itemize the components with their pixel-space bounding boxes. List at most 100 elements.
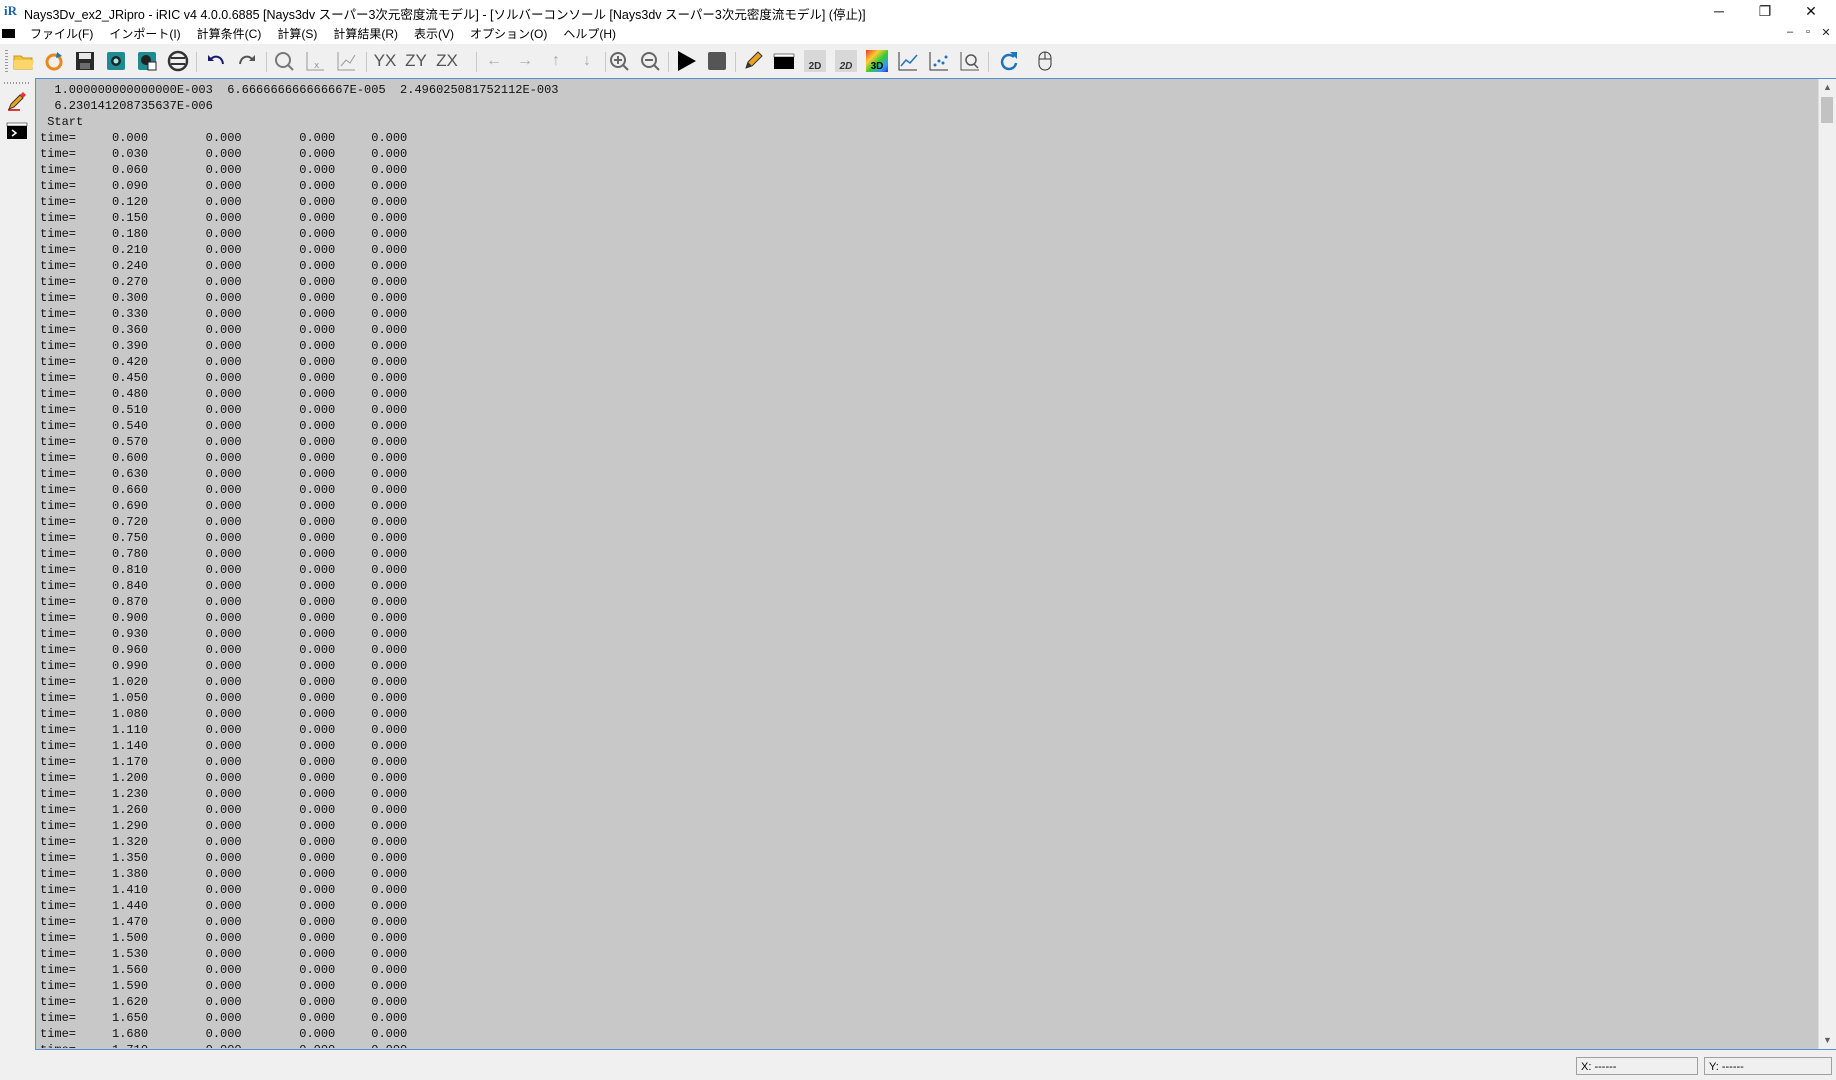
console-time-row: time= 1.230 0.000 0.000 0.000: [40, 787, 408, 801]
3d-icon[interactable]: 3D: [866, 50, 888, 72]
zoom-out-icon[interactable]: [639, 50, 661, 72]
mdi-minimize-button[interactable]: –: [1783, 26, 1797, 38]
arrow-down-icon[interactable]: ↓: [576, 50, 598, 72]
reload-icon[interactable]: [43, 50, 65, 72]
console-time-row: time= 0.750 0.000 0.000 0.000: [40, 531, 408, 545]
2d-birdseye-icon[interactable]: 2D: [835, 50, 857, 72]
mdi-restore-button[interactable]: ▫: [1801, 26, 1815, 38]
console-time-row: time= 1.200 0.000 0.000 0.000: [40, 771, 408, 785]
console-time-row: time= 1.290 0.000 0.000 0.000: [40, 819, 408, 833]
console-time-row: time= 0.450 0.000 0.000 0.000: [40, 371, 408, 385]
console-time-row: time= 1.440 0.000 0.000 0.000: [40, 899, 408, 913]
console-time-row: time= 0.300 0.000 0.000 0.000: [40, 291, 408, 305]
console-time-row: time= 1.530 0.000 0.000 0.000: [40, 947, 408, 961]
console-switch-icon[interactable]: [6, 120, 28, 142]
console-time-row: time= 1.620 0.000 0.000 0.000: [40, 995, 408, 1009]
close-button[interactable]: ✕: [1788, 0, 1834, 22]
console-time-row: time= 1.170 0.000 0.000 0.000: [40, 755, 408, 769]
zoom-fit-icon[interactable]: [273, 50, 295, 72]
toolbar-separator: [605, 52, 606, 72]
view-zx-icon[interactable]: ZX: [436, 50, 458, 72]
console-time-row: time= 1.560 0.000 0.000 0.000: [40, 963, 408, 977]
console-time-row: time= 0.420 0.000 0.000 0.000: [40, 355, 408, 369]
console-time-row: time= 1.470 0.000 0.000 0.000: [40, 915, 408, 929]
open-folder-icon[interactable]: [12, 50, 34, 72]
app-icon: iR: [4, 3, 17, 18]
menu-option[interactable]: オプション(O): [462, 24, 555, 44]
console-header-line: Start: [40, 115, 84, 129]
console-time-row: time= 0.720 0.000 0.000 0.000: [40, 515, 408, 529]
menu-import[interactable]: インポート(I): [101, 24, 188, 44]
menu-items: ファイル(F) インポート(I) 計算条件(C) 計算(S) 計算結果(R) 表…: [22, 24, 624, 44]
restore-button[interactable]: ❐: [1742, 0, 1788, 22]
console-time-row: time= 0.270 0.000 0.000 0.000: [40, 275, 408, 289]
edit-pen-icon[interactable]: [6, 90, 28, 112]
toolbar-grip[interactable]: [5, 50, 8, 72]
console-time-row: time= 0.900 0.000 0.000 0.000: [40, 611, 408, 625]
redo-icon[interactable]: [236, 50, 258, 72]
console-time-row: time= 1.260 0.000 0.000 0.000: [40, 803, 408, 817]
zoom-in-icon[interactable]: [608, 50, 630, 72]
console-time-row: time= 0.930 0.000 0.000 0.000: [40, 627, 408, 641]
menu-file[interactable]: ファイル(F): [22, 24, 101, 44]
console-time-row: time= 0.600 0.000 0.000 0.000: [40, 451, 408, 465]
console-time-row: time= 0.030 0.000 0.000 0.000: [40, 147, 408, 161]
pencil-icon[interactable]: [742, 50, 764, 72]
console-time-row: time= 1.380 0.000 0.000 0.000: [40, 867, 408, 881]
console-time-row: time= 1.680 0.000 0.000 0.000: [40, 1027, 408, 1041]
minimize-button[interactable]: ─: [1696, 0, 1742, 22]
mouse-icon[interactable]: [1034, 50, 1056, 72]
toolbar-separator: [476, 52, 477, 72]
console-time-row: time= 0.630 0.000 0.000 0.000: [40, 467, 408, 481]
graph-icon[interactable]: [897, 50, 919, 72]
console-time-row: time= 0.330 0.000 0.000 0.000: [40, 307, 408, 321]
console-time-row: time= 0.960 0.000 0.000 0.000: [40, 643, 408, 657]
arrow-right-icon[interactable]: →: [514, 50, 536, 72]
play-icon[interactable]: [675, 50, 697, 72]
toolbar-separator: [668, 52, 669, 72]
save-icon[interactable]: [74, 50, 96, 72]
console-time-row: time= 0.120 0.000 0.000 0.000: [40, 195, 408, 209]
console-time-row: time= 1.320 0.000 0.000 0.000: [40, 835, 408, 849]
view-yx-icon[interactable]: YX: [374, 50, 397, 72]
arrow-left-icon[interactable]: ←: [483, 50, 505, 72]
snapshot-icon[interactable]: [105, 50, 127, 72]
refresh-icon[interactable]: [997, 50, 1019, 72]
stop-icon[interactable]: [706, 50, 728, 72]
scroll-thumb[interactable]: [1821, 97, 1833, 123]
menu-help[interactable]: ヘルプ(H): [555, 24, 624, 44]
arrow-up-icon[interactable]: ↑: [545, 50, 567, 72]
vertical-scrollbar[interactable]: ▲ ▼: [1818, 79, 1836, 1049]
console-time-row: time= 0.150 0.000 0.000 0.000: [40, 211, 408, 225]
undo-icon[interactable]: [205, 50, 227, 72]
console-time-row: time= 0.480 0.000 0.000 0.000: [40, 387, 408, 401]
title-bar: iR Nays3Dv_ex2_JRipro - iRIC v4 4.0.0.68…: [0, 0, 1836, 24]
view-zy-icon[interactable]: ZY: [405, 50, 427, 72]
menu-view[interactable]: 表示(V): [406, 24, 462, 44]
scroll-down-button[interactable]: ▼: [1819, 1032, 1836, 1049]
console-time-row: time= 0.390 0.000 0.000 0.000: [40, 339, 408, 353]
toolbar-separator: [196, 52, 197, 72]
menu-calc-result[interactable]: 計算結果(R): [325, 24, 406, 44]
console-time-row: time= 1.500 0.000 0.000 0.000: [40, 931, 408, 945]
snapshot-save-icon[interactable]: [136, 50, 158, 72]
left-dock-grip[interactable]: [4, 82, 30, 84]
console-time-row: time= 0.210 0.000 0.000 0.000: [40, 243, 408, 257]
toolbar-separator: [735, 52, 736, 72]
left-dock: [0, 80, 34, 1054]
console-time-row: time= 1.050 0.000 0.000 0.000: [40, 691, 408, 705]
console-time-row: time= 0.570 0.000 0.000 0.000: [40, 435, 408, 449]
menu-calc-cond[interactable]: 計算条件(C): [189, 24, 270, 44]
scroll-up-button[interactable]: ▲: [1819, 79, 1836, 96]
mdi-system-icon[interactable]: [2, 29, 15, 38]
2d-icon[interactable]: 2D: [804, 50, 826, 72]
axis-xy-icon[interactable]: [335, 50, 357, 72]
no-entry-icon[interactable]: [167, 50, 189, 72]
axis-x-icon[interactable]: x: [304, 50, 326, 72]
scatter-icon[interactable]: [928, 50, 950, 72]
mdi-close-button[interactable]: ✕: [1819, 26, 1833, 39]
console-icon[interactable]: [773, 50, 795, 72]
zoom-graph-icon[interactable]: [959, 50, 981, 72]
console-time-row: time= 1.410 0.000 0.000 0.000: [40, 883, 408, 897]
menu-calc[interactable]: 計算(S): [269, 24, 325, 44]
